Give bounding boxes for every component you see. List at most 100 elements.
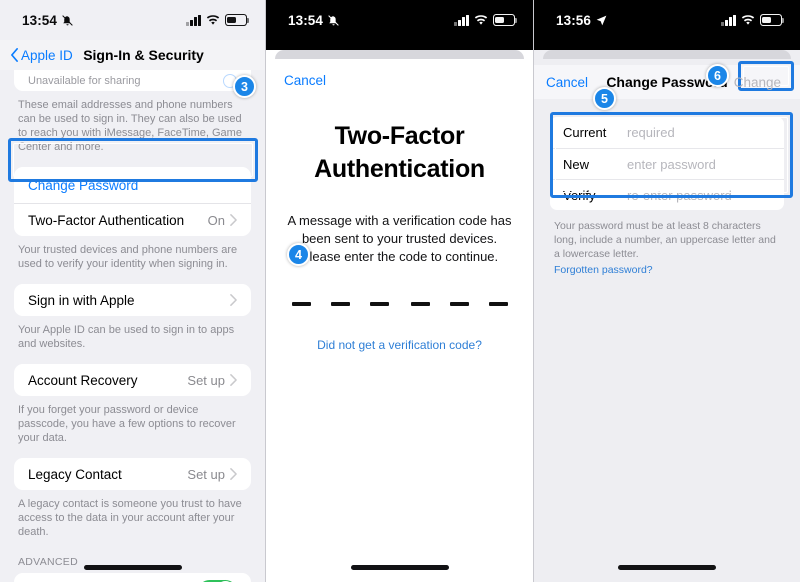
change-password-sheet: Cancel Change Password Change Current re… <box>534 59 800 582</box>
row-change-password-label: Change Password <box>28 177 139 193</box>
change-button[interactable]: Change <box>727 72 788 93</box>
wifi-icon <box>741 14 755 25</box>
cellular-bars-icon <box>186 14 201 26</box>
password-fields-card: Current required New enter password Veri… <box>550 117 784 210</box>
two-factor-sheet: Cancel Two-Factor Authentication A messa… <box>266 59 533 582</box>
field-new-password[interactable]: New enter password <box>550 148 784 179</box>
screenshot-board: 13:54 Apple ID Sign-In & Security Unavai… <box>0 0 800 582</box>
battery-icon <box>493 14 518 26</box>
row-legacy-contact[interactable]: Legacy Contact Set up <box>14 458 251 490</box>
verification-code-input[interactable] <box>266 302 533 306</box>
row-two-factor-label: Two-Factor Authentication <box>28 212 185 228</box>
two-factor-footer: Your trusted devices and phone numbers a… <box>18 244 238 270</box>
change-password-card: Change Password Two-Factor Authenticatio… <box>14 167 251 236</box>
code-digit-slot[interactable] <box>291 302 311 306</box>
wifi-icon <box>474 14 488 25</box>
forgotten-password-link[interactable]: Forgotten password? <box>554 263 653 277</box>
status-time: 13:54 <box>288 12 324 28</box>
row-legacy-contact-value: Set up <box>187 466 225 482</box>
panel-sign-in-and-security: 13:54 Apple ID Sign-In & Security Unavai… <box>0 0 266 582</box>
navigation-bar: Apple ID Sign-In & Security <box>0 40 265 70</box>
row-sign-in-with-apple-accessory <box>230 294 237 306</box>
code-digit-slot[interactable] <box>488 302 508 306</box>
settings-list[interactable]: Unavailable for sharing These email addr… <box>0 70 265 582</box>
field-verify-password[interactable]: Verify re-enter password <box>550 179 784 210</box>
sheet-backdrop <box>266 40 533 50</box>
row-two-factor-authentication[interactable]: Two-Factor Authentication On <box>14 203 251 236</box>
row-two-factor-value-group: On <box>208 213 237 228</box>
legacy-contact-card: Legacy Contact Set up <box>14 458 251 490</box>
row-sign-in-with-apple-label: Sign in with Apple <box>28 292 135 308</box>
chevron-left-icon <box>11 48 18 62</box>
row-two-factor-value: On <box>207 212 225 228</box>
account-recovery-card: Account Recovery Set up <box>14 364 251 396</box>
cellular-bars-icon <box>454 14 469 26</box>
bell-slash-icon <box>62 14 73 26</box>
field-new-password-label: New <box>563 156 590 172</box>
location-arrow-icon <box>596 15 607 25</box>
two-factor-title: Two-Factor Authentication <box>266 120 533 186</box>
home-indicator <box>618 565 716 570</box>
status-bar-left: 13:56 <box>556 13 608 28</box>
sheet-peek-card <box>275 50 524 59</box>
cancel-button[interactable]: Cancel <box>266 73 533 88</box>
row-legacy-contact-accessory: Set up <box>187 467 237 482</box>
back-button[interactable]: Apple ID <box>10 48 73 63</box>
account-recovery-footer: If you forget your password or device pa… <box>18 404 236 444</box>
row-sign-in-with-apple[interactable]: Sign in with Apple <box>14 284 251 316</box>
cancel-button[interactable]: Cancel <box>546 75 588 90</box>
field-current-password-label: Current <box>563 125 607 140</box>
row-legacy-contact-label: Legacy Contact <box>28 466 122 482</box>
sign-in-with-apple-card: Sign in with Apple <box>14 284 251 316</box>
status-bar-right <box>186 14 250 26</box>
home-indicator <box>350 565 449 570</box>
two-factor-title-line-2: Authentication <box>314 155 485 183</box>
panel-change-password: 13:56 Cancel Change Password Change Curr… <box>534 0 800 582</box>
password-requirements-text: Your password must be at least 8 charact… <box>554 220 776 277</box>
code-digit-slot[interactable] <box>330 302 350 306</box>
chevron-right-icon <box>230 294 237 306</box>
row-account-recovery-accessory: Set up <box>187 373 237 388</box>
code-group-second <box>410 302 508 306</box>
row-account-recovery[interactable]: Account Recovery Set up <box>14 364 251 396</box>
code-digit-slot[interactable] <box>369 302 389 306</box>
home-indicator <box>83 565 182 570</box>
change-password-navbar: Cancel Change Password Change <box>534 65 800 99</box>
partial-email-row[interactable]: Unavailable for sharing <box>14 70 251 91</box>
row-account-recovery-value: Set up <box>187 372 225 388</box>
field-current-password-placeholder: required <box>627 125 675 140</box>
status-time: 13:56 <box>556 12 592 28</box>
field-current-password[interactable]: Current required <box>550 117 784 148</box>
bell-slash-icon <box>328 14 339 26</box>
partial-row-label: Unavailable for sharing <box>28 74 141 87</box>
code-digit-slot[interactable] <box>410 302 430 306</box>
back-button-label: Apple ID <box>21 47 73 63</box>
status-bar: 13:56 <box>534 0 800 40</box>
field-verify-password-placeholder: re-enter password <box>627 187 732 203</box>
status-bar-left: 13:54 <box>22 13 74 28</box>
two-factor-title-line-1: Two-Factor <box>334 122 465 150</box>
code-digit-slot[interactable] <box>449 302 469 306</box>
cellular-bars-icon <box>721 14 736 26</box>
chevron-right-icon <box>230 374 237 386</box>
step-badge-4: 4 <box>287 243 310 266</box>
chevron-right-icon <box>230 468 237 480</box>
resend-code-link[interactable]: Did not get a verification code? <box>266 338 533 352</box>
status-time: 13:54 <box>22 12 58 28</box>
step-badge-6: 6 <box>706 64 729 87</box>
section-1-footer: These email addresses and phone numbers … <box>18 99 242 153</box>
code-group-first <box>291 302 389 306</box>
row-automatic-verification[interactable]: Automatic Verification <box>14 573 251 582</box>
status-bar-left: 13:54 <box>288 13 340 28</box>
step-badge-3: 3 <box>233 75 256 98</box>
battery-icon <box>225 14 250 26</box>
status-bar: 13:54 <box>0 0 265 40</box>
legacy-contact-footer: A legacy contact is someone you trust to… <box>18 498 242 538</box>
row-change-password[interactable]: Change Password <box>14 167 251 203</box>
sign-in-with-apple-footer: Your Apple ID can be used to sign in to … <box>18 324 235 350</box>
battery-icon <box>760 14 785 26</box>
field-new-password-placeholder: enter password <box>627 156 716 172</box>
row-account-recovery-label: Account Recovery <box>28 372 138 388</box>
field-verify-password-label: Verify <box>563 187 596 203</box>
status-bar-right <box>454 14 518 26</box>
